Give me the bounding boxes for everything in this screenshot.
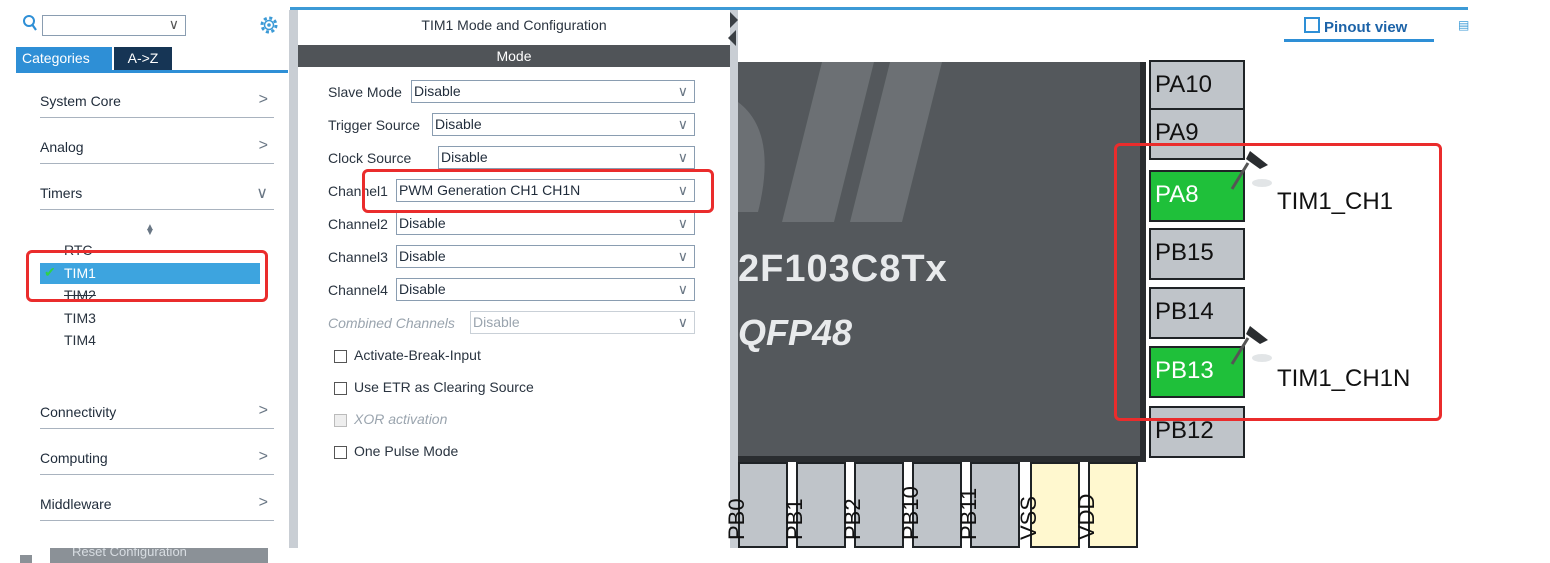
select-value: Disable [414,83,461,99]
collapse-panel-icon[interactable] [728,12,738,46]
search-input[interactable]: ∨ [42,15,186,36]
select-value: Disable [435,116,482,132]
select-value: Disable [473,314,520,330]
channel4-select[interactable]: Disable ∨ [396,278,695,301]
reset-button-label: Reset Configuration [72,548,187,559]
pin-label: PB0 [724,498,749,540]
category-computing[interactable]: Computing > [40,448,274,475]
chevron-right-icon: > [258,494,268,511]
gear-icon[interactable] [258,14,280,36]
chevron-right-icon: > [258,402,268,419]
category-label: Timers [40,185,83,201]
pin-pb10[interactable]: PB10 [898,462,962,548]
pin-label: PB1 [782,498,807,540]
category-timers[interactable]: Timers ∨ [40,185,274,210]
config-panel-title: TIM1 Mode and Configuration [421,17,607,33]
channel2-label: Channel2 [328,216,388,232]
system-view-icon[interactable]: ▤ [1458,18,1469,32]
chevron-down-icon: ∨ [677,248,688,264]
category-label: Middleware [40,496,112,512]
channel3-label: Channel3 [328,249,388,265]
highlight-tim1 [26,250,268,302]
pin-pb2[interactable]: PB2 [840,462,904,548]
use-etr-label: Use ETR as Clearing Source [354,379,534,395]
tab-categories[interactable]: Categories [16,47,112,70]
slave-mode-select[interactable]: Disable ∨ [411,80,695,103]
pin-pb1[interactable]: PB1 [782,462,846,548]
trigger-source-label: Trigger Source [328,117,421,133]
clock-source-label: Clock Source [328,150,412,166]
one-pulse-mode-label: One Pulse Mode [354,443,459,459]
select-value: Disable [399,281,446,297]
chevron-down-icon: ∨ [256,185,268,202]
category-label: Analog [40,139,84,155]
select-value: Disable [399,248,446,264]
pin-label: PB11 [956,487,981,540]
pinout-view-label: Pinout view [1324,19,1408,36]
category-label: Computing [40,450,108,466]
chevron-down-icon: ∨ [677,215,688,231]
channel3-select[interactable]: Disable ∨ [396,245,695,268]
highlight-tim1-pins [1114,143,1442,421]
chevron-right-icon: > [258,448,268,465]
chevron-down-icon: ∨ [677,116,688,132]
channel4-label: Channel4 [328,282,388,298]
combined-channels-select: Disable ∨ [470,311,695,334]
pin-label: PB2 [840,498,865,540]
pinout-view-button[interactable]: Pinout view [1286,16,1434,40]
activate-break-input-label: Activate-Break-Input [354,347,481,363]
chevron-down-icon: ∨ [677,83,688,99]
channel2-select[interactable]: Disable ∨ [396,212,695,235]
chevron-right-icon: > [258,91,268,108]
reset-icon [20,555,32,563]
trigger-source-select[interactable]: Disable ∨ [432,113,695,136]
clock-source-select[interactable]: Disable ∨ [438,146,695,169]
tab-a-to-z[interactable]: A->Z [114,47,172,70]
chevron-down-icon[interactable]: ∨ [169,16,179,33]
config-panel-scrollbar[interactable] [730,10,738,548]
pin-vdd[interactable]: VDD [1074,462,1138,548]
pin-pb11[interactable]: PB11 [956,462,1020,548]
mode-section-header[interactable]: Mode [298,45,730,67]
reset-configuration-button[interactable]: Reset Configuration [50,548,268,563]
category-label: System Core [40,93,121,109]
category-connectivity[interactable]: Connectivity > [40,402,274,429]
highlight-channel1 [362,169,714,213]
chevron-down-icon: ∨ [677,281,688,297]
chip-part-number: 2F103C8Tx [738,248,948,290]
search-icon[interactable] [22,14,38,32]
timer-tim3[interactable]: TIM3 [64,310,96,326]
pin-label: VSS [1016,495,1041,540]
chevron-down-icon: ∨ [677,149,688,165]
pin-pb0[interactable]: PB0 [724,462,788,548]
use-etr-checkbox[interactable] [334,382,347,395]
activate-break-input-checkbox[interactable] [334,350,347,363]
timer-tim4[interactable]: TIM4 [64,332,96,348]
xor-activation-checkbox [334,414,347,427]
pin-label: VDD [1074,493,1099,540]
chip-package: QFP48 [738,312,853,353]
select-value: Disable [441,149,488,165]
one-pulse-mode-checkbox[interactable] [334,446,347,459]
pin-label: PB10 [898,486,923,540]
left-panel-scrollbar[interactable] [289,10,298,548]
chip-icon [1304,17,1320,33]
chevron-down-icon: ∨ [677,314,688,330]
slave-mode-label: Slave Mode [328,84,402,100]
category-system-core[interactable]: System Core > [40,91,274,118]
xor-activation-label: XOR activation [354,411,448,427]
category-middleware[interactable]: Middleware > [40,494,274,521]
select-value: Disable [399,215,446,231]
pin-vss[interactable]: VSS [1016,462,1080,548]
category-analog[interactable]: Analog > [40,137,274,164]
sort-icon[interactable]: ▲ ▼ [145,222,155,244]
pin-pa10[interactable]: PA10 [1149,60,1245,112]
pinout-view-underline [1284,39,1434,42]
chevron-right-icon: > [258,137,268,154]
combined-channels-label: Combined Channels [328,315,455,331]
category-label: Connectivity [40,404,117,420]
